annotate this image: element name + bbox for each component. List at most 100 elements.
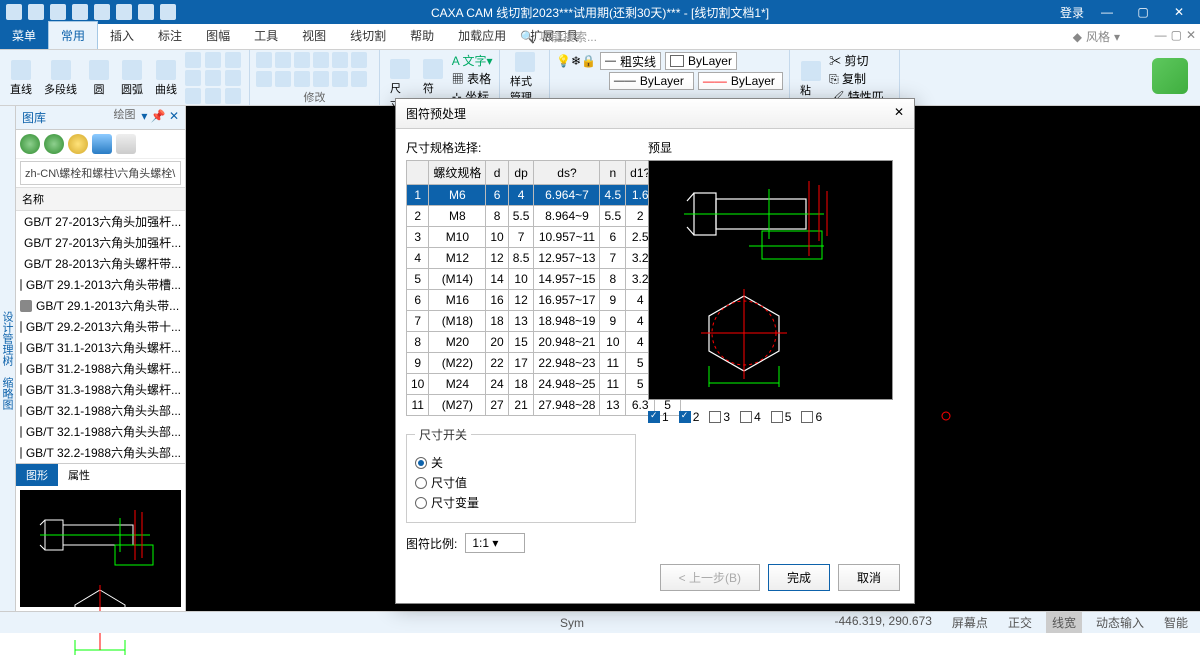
tool-curve[interactable]: 曲线 [151,60,181,97]
close-button[interactable]: ✕ [1166,5,1192,19]
modify-icon[interactable] [275,71,291,87]
draw-small-icon[interactable] [205,52,221,68]
tab-insert[interactable]: 插入 [98,22,146,49]
tab-common[interactable]: 常用 [48,21,98,49]
spec-row[interactable]: 7(M18)181318.948~19943 [407,311,681,332]
ql-icon[interactable] [50,4,66,20]
menu-file[interactable]: 菜单 [0,22,48,49]
cancel-button[interactable]: 取消 [838,564,900,591]
layer-icon[interactable]: 💡❄🔒 [556,54,596,68]
library-item[interactable]: GB/T 27-2013六角头加强杆... [16,211,185,232]
check-3[interactable]: 3 [709,410,730,424]
spec-row[interactable]: 5(M14)141014.957~1583.23 [407,269,681,290]
minimize-button[interactable]: — [1094,5,1120,19]
search-icon[interactable] [92,134,112,154]
spec-row[interactable]: 11(M27)272127.948~28136.35 [407,395,681,416]
modify-icon[interactable] [313,52,329,68]
check-2[interactable]: 2 [679,410,700,424]
nav-up-icon[interactable] [68,134,88,154]
tab-edm[interactable]: 线切割 [338,22,398,49]
copy-button[interactable]: ⎘ 复制 [829,70,893,87]
modify-icon[interactable] [256,71,272,87]
status-lw[interactable]: 线宽 [1046,612,1082,633]
lt-select[interactable]: —— ByLayer [698,72,783,90]
spec-row[interactable]: 4M12128.512.957~1373.22 [407,248,681,269]
spec-row[interactable]: 8M20201520.948~211044 [407,332,681,353]
modify-icon[interactable] [351,52,367,68]
draw-small-icon[interactable] [205,70,221,86]
ql-icon[interactable] [160,4,176,20]
tab-view[interactable]: 视图 [290,22,338,49]
library-item[interactable]: GB/T 29.2-2013六角头带十... [16,316,185,337]
library-item[interactable]: GB/T 32.2-1988六角头头部... [16,442,185,463]
radio-var[interactable]: 尺寸变量 [415,494,627,511]
library-item[interactable]: GB/T 31.1-2013六角头螺杆... [16,337,185,358]
library-item[interactable]: GB/T 28-2013六角头螺杆带... [16,253,185,274]
text-tool[interactable]: A 文字▾ [452,52,493,69]
doc-min-icon[interactable]: — [1155,28,1167,42]
radio-off[interactable]: 关 [415,454,627,471]
vertical-tabs[interactable]: 设计管理树 缩略图 [0,106,16,611]
check-5[interactable]: 5 [771,410,792,424]
status-smart[interactable]: 智能 [1158,612,1194,633]
scale-select[interactable]: 1:1 ▾ [465,533,525,553]
dialog-close-icon[interactable]: ✕ [894,105,904,122]
tool-circle[interactable]: 圆 [85,60,113,97]
library-item[interactable]: GB/T 29.1-2013六角头带槽... [16,274,185,295]
ql-icon[interactable] [116,4,132,20]
check-6[interactable]: 6 [801,410,822,424]
draw-small-icon[interactable] [225,70,241,86]
tab-layout[interactable]: 图幅 [194,22,242,49]
nav-fwd-icon[interactable] [44,134,64,154]
spec-row[interactable]: 3M1010710.957~1162.52 [407,227,681,248]
color-select[interactable]: ByLayer [665,52,737,70]
library-item[interactable]: GB/T 29.1-2013六角头带... [16,295,185,316]
tab-annotate[interactable]: 标注 [146,22,194,49]
maximize-button[interactable]: ▢ [1130,5,1156,19]
tab-tools[interactable]: 工具 [242,22,290,49]
modify-icon[interactable] [313,71,329,87]
cut-button[interactable]: ✂ 剪切 [829,52,893,69]
draw-small-icon[interactable] [185,52,201,68]
prev-button[interactable]: < 上一步(B) [660,564,760,591]
spec-row[interactable]: 9(M22)221722.948~231154 [407,353,681,374]
nav-back-icon[interactable] [20,134,40,154]
draw-small-icon[interactable] [205,88,221,104]
modify-icon[interactable] [256,52,272,68]
modify-icon[interactable] [351,71,367,87]
library-item[interactable]: GB/T 31.2-1988六角头螺杆... [16,358,185,379]
tool-line[interactable]: 直线 [6,60,36,97]
view-grid-icon[interactable] [116,134,136,154]
library-item[interactable]: GB/T 31.3-1988六角头螺杆... [16,379,185,400]
tab-attr[interactable]: 属性 [58,464,100,486]
status-screen[interactable]: 屏幕点 [946,612,994,633]
modify-icon[interactable] [294,71,310,87]
radio-value[interactable]: 尺寸值 [415,474,627,491]
doc-close-icon[interactable]: ✕ [1186,28,1196,42]
login-link[interactable]: 登录 [1060,4,1084,21]
ql-icon[interactable] [94,4,110,20]
library-item[interactable]: GB/T 32.1-1988六角头头部... [16,400,185,421]
tab-graphic[interactable]: 图形 [16,464,58,486]
draw-small-icon[interactable] [225,88,241,104]
tab-load-app[interactable]: 加载应用 [446,22,518,49]
spec-row[interactable]: 1M6646.964~74.51.61.5 [407,185,681,206]
status-ortho[interactable]: 正交 [1002,612,1038,633]
ql-icon[interactable] [28,4,44,20]
modify-icon[interactable] [275,52,291,68]
draw-small-icon[interactable] [225,52,241,68]
modify-icon[interactable] [332,52,348,68]
function-search[interactable]: 🔍功能搜索... [520,28,597,45]
library-item[interactable]: GB/T 27-2013六角头加强杆... [16,232,185,253]
spec-table[interactable]: 螺纹规格ddpds?nd1?L21M6646.964~74.51.61.52M8… [406,160,681,416]
ql-icon[interactable] [6,4,22,20]
finish-button[interactable]: 完成 [768,564,830,591]
status-dyn[interactable]: 动态输入 [1090,612,1150,633]
lw-select[interactable]: —— ByLayer [609,72,694,90]
modify-icon[interactable] [332,71,348,87]
ql-icon[interactable] [72,4,88,20]
check-4[interactable]: 4 [740,410,761,424]
draw-small-icon[interactable] [185,88,201,104]
library-item[interactable]: GB/T 32.1-1988六角头头部... [16,421,185,442]
ql-icon[interactable] [138,4,154,20]
